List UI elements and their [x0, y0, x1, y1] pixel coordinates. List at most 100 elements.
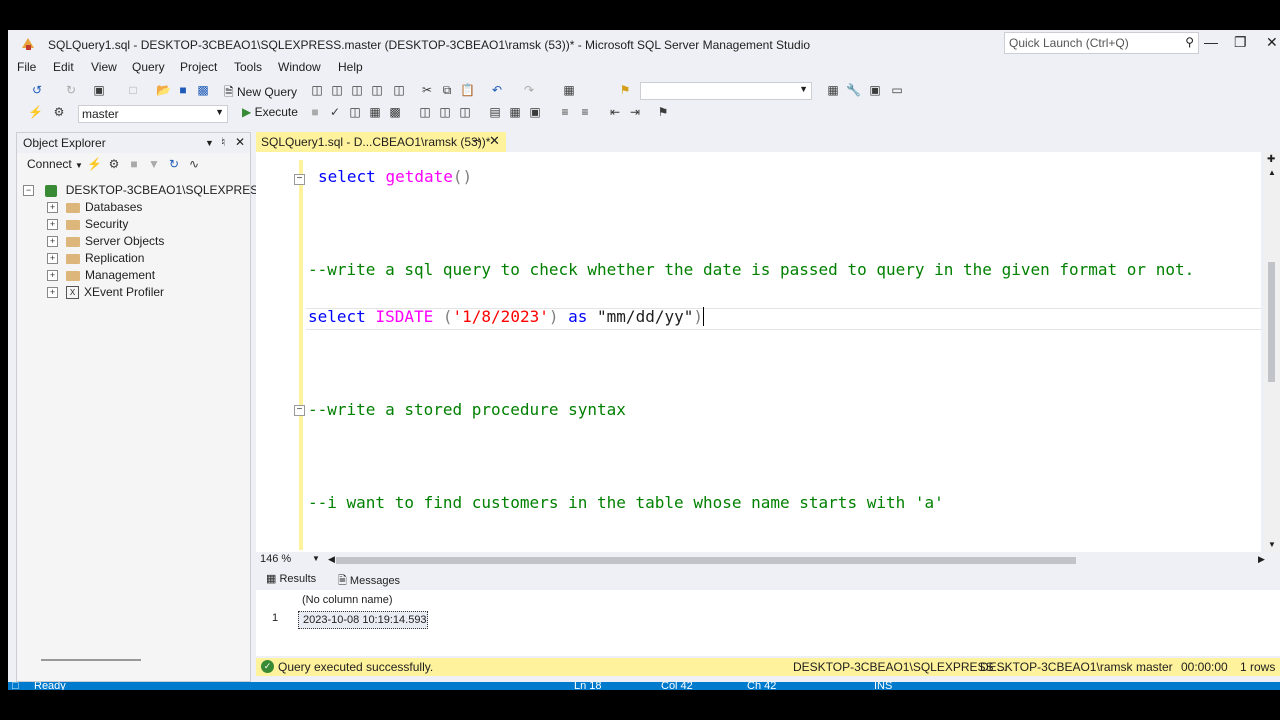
- menu-window[interactable]: Window: [278, 60, 321, 74]
- expand-icon[interactable]: +: [47, 202, 58, 214]
- results-to-file-icon[interactable]: ▣: [528, 105, 542, 119]
- row-number[interactable]: 1: [268, 612, 296, 624]
- toolbox-icon[interactable]: ▣: [868, 83, 882, 97]
- scroll-right-icon[interactable]: ▶: [1258, 554, 1265, 565]
- redo-icon[interactable]: ↷: [522, 83, 536, 97]
- new-project-icon[interactable]: ▣: [92, 83, 106, 97]
- expand-icon[interactable]: +: [47, 253, 58, 265]
- connect-dropdown[interactable]: Connect ▼: [27, 157, 83, 171]
- menu-tools[interactable]: Tools: [234, 60, 262, 74]
- decrease-indent-icon[interactable]: ⇤: [608, 105, 622, 119]
- new-query-button[interactable]: 🗎 New Query: [224, 83, 297, 104]
- close-tab-icon[interactable]: ✕: [489, 133, 500, 149]
- result-cell[interactable]: 2023-10-08 10:19:14.593: [298, 611, 428, 629]
- expand-icon[interactable]: +: [47, 287, 58, 299]
- tree-node-xevent-profiler[interactable]: + X XEvent Profiler: [47, 285, 164, 301]
- minimize-button[interactable]: —: [1204, 34, 1218, 50]
- restore-button[interactable]: ❐: [1234, 34, 1247, 51]
- change-connection-icon[interactable]: ⚙: [52, 105, 66, 119]
- execute-button[interactable]: ▶ Execute: [242, 105, 298, 119]
- zoom-level[interactable]: 146 %: [260, 553, 291, 565]
- pin-icon[interactable]: ⊸: [472, 134, 481, 147]
- increase-indent-icon[interactable]: ⇥: [628, 105, 642, 119]
- copy-icon[interactable]: ⧉: [440, 83, 454, 97]
- cut-icon[interactable]: ✂: [420, 83, 434, 97]
- solution-configuration-dropdown[interactable]: ▼: [640, 82, 812, 100]
- quick-launch-input[interactable]: Quick Launch (Ctrl+Q) ⚲: [1004, 32, 1199, 54]
- chevron-down-icon[interactable]: ▼: [205, 138, 214, 148]
- fold-collapse-icon[interactable]: −: [294, 405, 305, 416]
- scroll-down-icon[interactable]: ▼: [1268, 540, 1276, 549]
- tab-results[interactable]: ▦ Results: [266, 572, 316, 585]
- connect-icon[interactable]: ⚡: [87, 157, 102, 171]
- database-query-icon[interactable]: ◫: [310, 83, 324, 97]
- forward-icon[interactable]: ↻: [64, 83, 78, 97]
- live-stats-icon[interactable]: ◫: [438, 105, 452, 119]
- pin-icon[interactable]: ♮: [221, 135, 225, 149]
- dax-query-icon[interactable]: ◫: [392, 83, 406, 97]
- close-icon[interactable]: ✕: [235, 135, 245, 149]
- query-designer-icon[interactable]: ▦: [368, 105, 382, 119]
- add-item-icon[interactable]: □: [126, 83, 140, 97]
- find-icon[interactable]: ⚑: [618, 83, 632, 97]
- display-plan-icon[interactable]: ◫: [348, 105, 362, 119]
- menu-edit[interactable]: Edit: [53, 60, 74, 74]
- connect-icon[interactable]: ⚡: [28, 105, 43, 119]
- editor-vertical-scrollbar[interactable]: ✚ ▲ ▼: [1264, 152, 1280, 552]
- tree-node-server-objects[interactable]: + Server Objects: [47, 234, 164, 250]
- menu-file[interactable]: File: [17, 60, 36, 74]
- tree-node-security[interactable]: + Security: [47, 217, 128, 233]
- paste-icon[interactable]: 📋: [460, 83, 475, 97]
- expand-icon[interactable]: +: [47, 236, 58, 248]
- save-all-icon[interactable]: ▩: [196, 83, 210, 97]
- uncomment-icon[interactable]: ≡: [578, 105, 592, 119]
- xmla-query-icon[interactable]: ◫: [370, 83, 384, 97]
- window-layout-icon[interactable]: ▭: [890, 83, 904, 97]
- menu-view[interactable]: View: [91, 60, 117, 74]
- undo-icon[interactable]: ↶: [490, 83, 504, 97]
- collapse-icon[interactable]: −: [23, 185, 34, 197]
- wrench-icon[interactable]: 🔧: [846, 83, 861, 97]
- mdx-query-icon[interactable]: ◫: [330, 83, 344, 97]
- close-window-button[interactable]: ✕: [1266, 34, 1278, 51]
- column-header[interactable]: (No column name): [298, 594, 430, 610]
- dmx-query-icon[interactable]: ◫: [350, 83, 364, 97]
- chevron-down-icon[interactable]: ▼: [312, 554, 320, 563]
- specify-values-icon[interactable]: ⚑: [656, 105, 670, 119]
- filter-icon[interactable]: ▼: [147, 157, 161, 171]
- client-stats-icon[interactable]: ◫: [458, 105, 472, 119]
- database-dropdown[interactable]: master ▼: [78, 105, 228, 123]
- expand-icon[interactable]: +: [47, 270, 58, 282]
- horizontal-scrollbar[interactable]: [41, 659, 141, 661]
- refresh-icon[interactable]: ↻: [167, 157, 181, 171]
- stop-icon[interactable]: ■: [308, 105, 322, 119]
- open-file-icon[interactable]: 📂: [156, 83, 171, 97]
- query-editor[interactable]: − − select getdate() --write a sql query…: [256, 152, 1261, 552]
- scroll-left-icon[interactable]: ◀: [328, 554, 335, 565]
- results-text-icon[interactable]: ▤: [488, 105, 502, 119]
- tab-messages[interactable]: 🗎 Messages: [338, 572, 400, 591]
- split-icon[interactable]: ✚: [1267, 154, 1275, 165]
- activity-monitor-icon[interactable]: ∿: [187, 157, 201, 171]
- tree-node-management[interactable]: + Management: [47, 268, 155, 284]
- parse-icon[interactable]: ✓: [328, 105, 342, 119]
- tab-sqlquery1[interactable]: SQLQuery1.sql - D...CBEAO1\ramsk (53))* …: [256, 132, 506, 152]
- include-plan-icon[interactable]: ◫: [418, 105, 432, 119]
- expand-icon[interactable]: +: [47, 219, 58, 231]
- menu-project[interactable]: Project: [180, 60, 217, 74]
- fold-collapse-icon[interactable]: −: [294, 174, 305, 185]
- results-to-grid-icon[interactable]: ▦: [508, 105, 522, 119]
- stop-icon[interactable]: ■: [127, 157, 141, 171]
- tree-node-replication[interactable]: + Replication: [47, 251, 144, 267]
- menu-query[interactable]: Query: [132, 60, 165, 74]
- properties-icon[interactable]: ▦: [826, 83, 840, 97]
- disconnect-icon[interactable]: ⚙: [107, 157, 121, 171]
- solution-config-icon[interactable]: ▦: [562, 83, 576, 97]
- menu-help[interactable]: Help: [338, 60, 363, 74]
- results-grid-icon[interactable]: ▩: [388, 105, 402, 119]
- back-icon[interactable]: ↺: [30, 83, 44, 97]
- scroll-up-icon[interactable]: ▲: [1268, 168, 1276, 177]
- comment-icon[interactable]: ≡: [558, 105, 572, 119]
- horizontal-scroll-thumb[interactable]: [336, 557, 1076, 564]
- save-icon[interactable]: ■: [176, 83, 190, 97]
